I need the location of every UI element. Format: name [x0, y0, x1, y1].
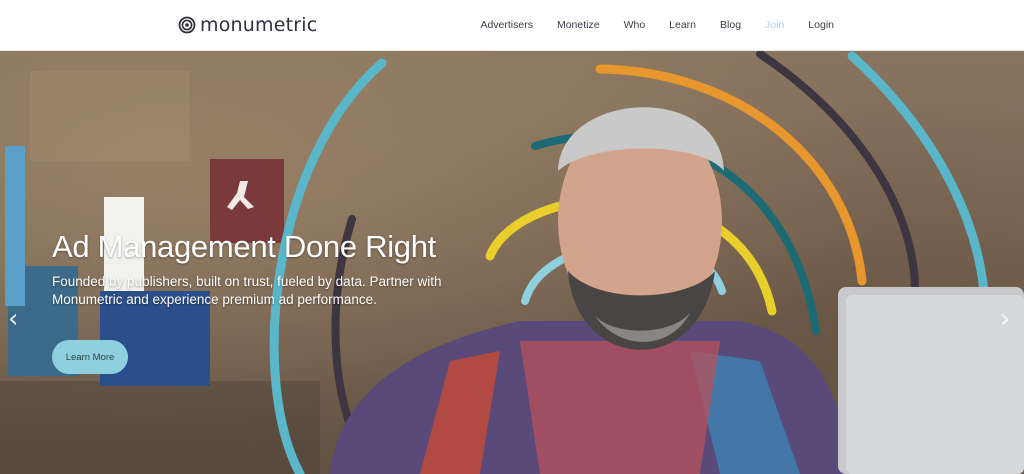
hero-title: Ad Management Done Right [52, 229, 436, 264]
brand-logo[interactable]: monumetric [178, 13, 317, 37]
top-navigation-bar: monumetric Advertisers Monetize Who Lear… [0, 0, 1024, 51]
nav-who[interactable]: Who [624, 19, 646, 31]
nav-advertisers[interactable]: Advertisers [480, 19, 533, 31]
hero-subtitle: Founded by publishers, built on trust, f… [52, 274, 442, 307]
chevron-left-icon[interactable]: ‹ [8, 305, 24, 333]
hero-slider: Ad Management Done Right Founded by publ… [0, 51, 1024, 474]
nav-monetize[interactable]: Monetize [557, 19, 600, 31]
brand-name: monumetric [200, 14, 318, 36]
nav-join[interactable]: Join [765, 19, 784, 31]
chevron-right-icon[interactable]: › [1000, 305, 1016, 333]
nav-blog[interactable]: Blog [720, 19, 741, 31]
nav-learn[interactable]: Learn [669, 19, 696, 31]
nav-login[interactable]: Login [808, 19, 834, 31]
learn-more-button[interactable]: Learn More [52, 340, 128, 374]
main-nav: Advertisers Monetize Who Learn Blog Join… [456, 0, 834, 50]
spiral-logo-icon [178, 16, 196, 34]
